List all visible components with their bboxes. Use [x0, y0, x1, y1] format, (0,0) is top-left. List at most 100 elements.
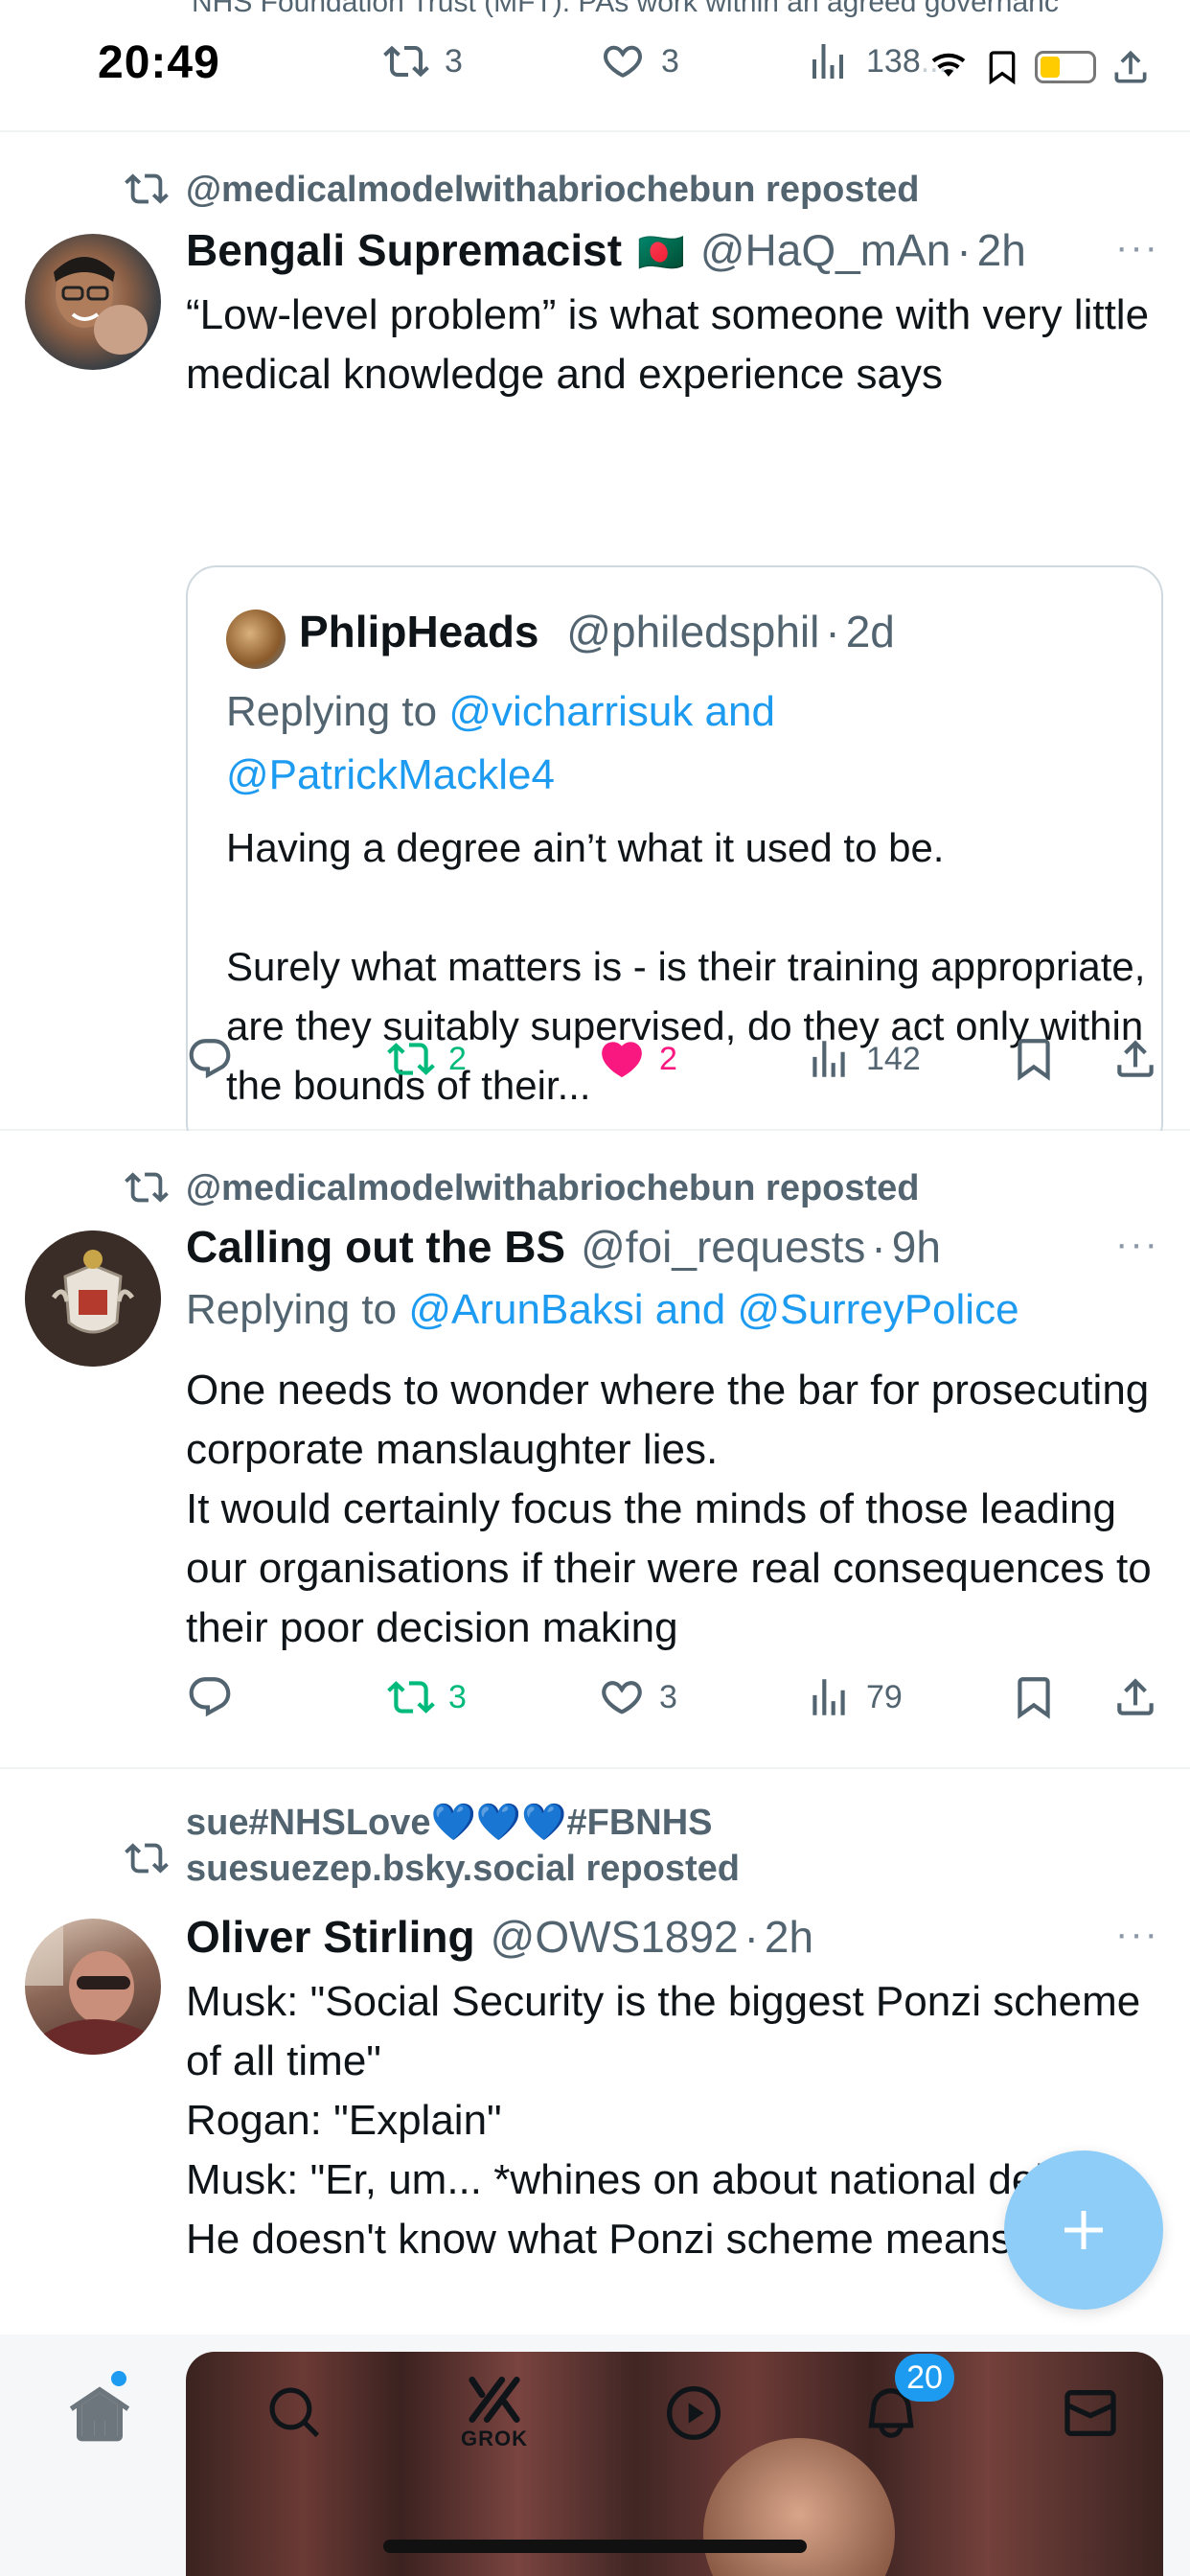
heart-icon: [604, 45, 642, 78]
views-button[interactable]: 142: [805, 1035, 921, 1083]
nav-home[interactable]: [59, 2373, 140, 2453]
retweet-icon: [383, 45, 429, 78]
repost-icon: [125, 173, 169, 204]
heart-filled-icon: [602, 1042, 642, 1078]
quoted-handle: @philedsphil: [566, 607, 820, 656]
separator-dot: ·: [825, 607, 840, 656]
repost-icon: [125, 1843, 169, 1874]
avatar[interactable]: [25, 1230, 161, 1367]
tweet-header: Oliver Stirling @OWS1892 · 2h: [186, 1911, 813, 1963]
reply-button[interactable]: [186, 1035, 247, 1083]
more-options-icon[interactable]: ···: [1115, 226, 1159, 269]
bookmark-icon: [1018, 1039, 1050, 1081]
display-name[interactable]: Calling out the BS: [186, 1221, 565, 1273]
tweet-text: “Low-level problem” is what someone with…: [186, 291, 1150, 398]
reposted-by-text[interactable]: @medicalmodelwithabriochebun reposted: [186, 167, 920, 213]
share-icon: [1117, 1040, 1154, 1077]
mail-icon: [1064, 2390, 1116, 2436]
retweet-count: 3: [448, 1678, 467, 1715]
views-count: 79: [866, 1678, 903, 1715]
notifications-badge: 20: [895, 2354, 954, 2402]
tweet-1[interactable]: @medicalmodelwithabriochebun reposted Be…: [0, 134, 1190, 1154]
retweet-button[interactable]: 2: [387, 1035, 467, 1083]
repost-icon: [125, 1172, 169, 1203]
bookmark-button[interactable]: [1010, 1673, 1071, 1721]
top-like-count: 3: [661, 42, 679, 80]
video-person: [703, 2438, 895, 2576]
tweet-actions: 3 3 79: [186, 1673, 1163, 1731]
like-count: 2: [659, 1040, 677, 1077]
home-notification-dot: [111, 2371, 126, 2386]
quoted-replying-to: Replying to @vicharrisuk and @PatrickMac…: [226, 680, 1088, 807]
reposted-by-text[interactable]: @medicalmodelwithabriochebun reposted: [186, 1165, 920, 1211]
grok-icon: [469, 2376, 520, 2424]
avatar[interactable]: [25, 234, 161, 370]
reply-icon: [189, 1677, 231, 1717]
plus-icon: [1064, 2211, 1103, 2249]
tweet-text: One needs to wonder where the bar for pr…: [186, 1367, 1152, 1651]
views-icon: [812, 44, 843, 79]
reply-icon: [189, 1039, 231, 1079]
retweet-icon: [387, 1681, 435, 1714]
nav-search[interactable]: [255, 2373, 335, 2453]
replying-to-links[interactable]: @ArunBaksi and @SurreyPolice: [408, 1286, 1018, 1333]
search-icon: [269, 2387, 320, 2438]
tweet-2[interactable]: @medicalmodelwithabriochebun reposted Ca…: [0, 1131, 1190, 1769]
tweet-header: Bengali Supremacist 🇧🇩 @HaQ_mAn · 2h: [186, 224, 1026, 276]
more-options-icon[interactable]: ···: [1115, 1913, 1159, 1956]
battery-icon: [1035, 51, 1096, 83]
avatar-photo: [25, 1919, 149, 2055]
views-icon: [812, 1041, 845, 1077]
bookmark-icon: [1018, 1677, 1050, 1719]
top-views-count: 138: [866, 42, 921, 80]
flag-emoji: 🇧🇩: [637, 232, 685, 274]
nav-video[interactable]: [653, 2373, 734, 2453]
retweet-count: 2: [448, 1040, 467, 1077]
play-icon: [667, 2386, 721, 2440]
tweet-header: Calling out the BS @foi_requests · 9h: [186, 1221, 941, 1273]
tweet-time: 2h: [976, 225, 1026, 275]
user-handle[interactable]: @HaQ_mAn: [700, 224, 950, 276]
views-button[interactable]: 79: [805, 1673, 903, 1721]
display-name[interactable]: Bengali Supremacist: [186, 224, 622, 276]
nav-grok[interactable]: GROK: [454, 2373, 535, 2453]
top-retweet-count: 3: [445, 42, 463, 80]
display-name[interactable]: Oliver Stirling: [186, 1911, 475, 1963]
compose-button[interactable]: [1004, 2150, 1163, 2310]
user-handle[interactable]: @OWS1892: [491, 1911, 739, 1963]
bookmark-button[interactable]: [1010, 1035, 1071, 1083]
tweet-time: 9h: [891, 1222, 941, 1272]
reposted-by-line1[interactable]: sue#NHSLove💙💙💙#FBNHS: [186, 1800, 713, 1846]
quoted-avatar: [226, 610, 286, 669]
replying-to: Replying to @ArunBaksi and @SurreyPolice: [186, 1286, 1019, 1334]
tweet-time: 2h: [764, 1912, 814, 1962]
tweet-actions: 2 2 142: [186, 1035, 1163, 1092]
nav-messages[interactable]: [1050, 2373, 1131, 2453]
top-like-action[interactable]: 3: [600, 38, 679, 84]
user-handle[interactable]: @foi_requests: [581, 1221, 865, 1273]
reposted-by-line2[interactable]: suesuezep.bsky.social reposted: [186, 1846, 740, 1892]
heart-icon: [602, 1681, 642, 1714]
avatar-photo: [54, 257, 148, 355]
system-status-icons: [927, 44, 1152, 90]
share-icon[interactable]: [1110, 44, 1152, 90]
views-count: 142: [866, 1040, 921, 1077]
home-indicator[interactable]: [383, 2540, 807, 2553]
reply-button[interactable]: [186, 1673, 247, 1721]
retweet-button[interactable]: 3: [387, 1673, 467, 1721]
replying-label: Replying to: [226, 688, 438, 735]
bookmark-icon[interactable]: [983, 44, 1021, 90]
like-button[interactable]: 2: [598, 1035, 677, 1083]
home-icon: [69, 2386, 130, 2442]
grok-label: GROK: [461, 2426, 528, 2450]
top-retweet-action[interactable]: 3: [383, 38, 463, 84]
avatar[interactable]: [25, 1919, 161, 2055]
share-button[interactable]: [1111, 1035, 1173, 1083]
like-count: 3: [659, 1678, 677, 1715]
share-icon: [1117, 1678, 1154, 1715]
like-button[interactable]: 3: [598, 1673, 677, 1721]
separator-dot: ·: [871, 1222, 886, 1272]
separator-dot: ·: [744, 1912, 759, 1962]
share-button[interactable]: [1111, 1673, 1173, 1721]
more-options-icon[interactable]: ···: [1115, 1223, 1159, 1266]
